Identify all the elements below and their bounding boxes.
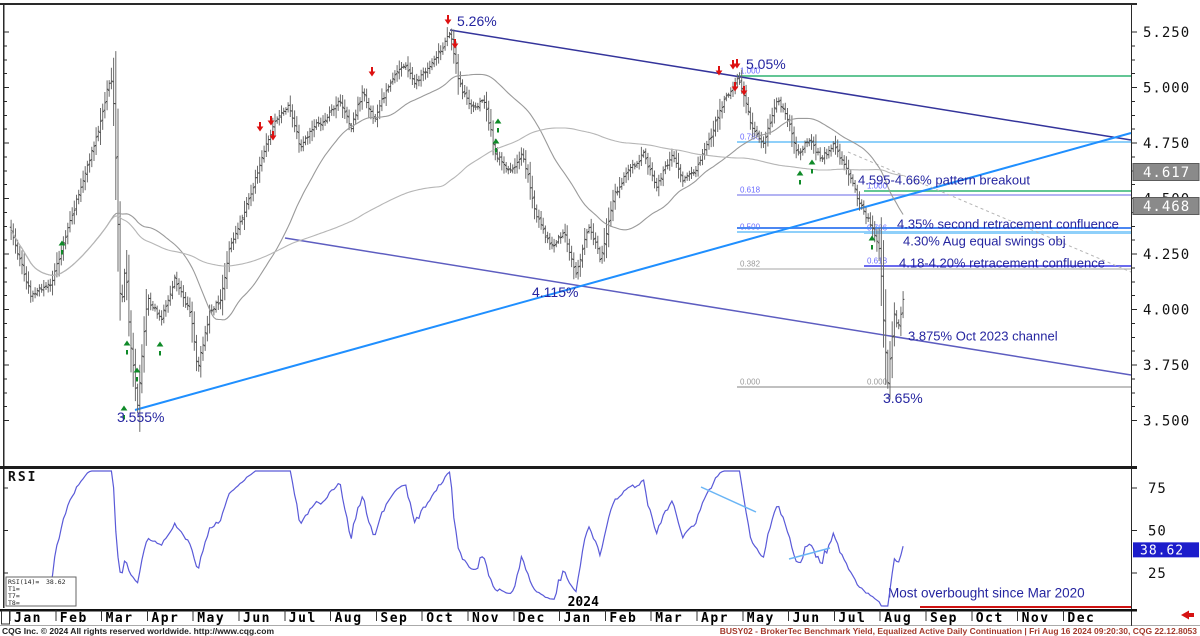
month-label: Oct xyxy=(426,611,454,626)
top-border xyxy=(0,3,1137,5)
annotation-text[interactable]: 5.05% xyxy=(746,56,786,72)
month-label: May xyxy=(747,611,775,626)
rsi-badge-value: 38.62 xyxy=(1140,543,1184,558)
price-axis-label: 4.250 xyxy=(1143,247,1190,263)
status-bar: CQG Inc. © 2024 All rights reserved worl… xyxy=(0,626,1200,636)
annotation-text[interactable]: 4.595-4.66% pattern breakout xyxy=(858,173,1030,188)
month-label: Sep xyxy=(380,611,408,626)
fib-level-label: 0.000 xyxy=(740,378,761,387)
annotation-text[interactable]: Most overbought since Mar 2020 xyxy=(888,586,1085,601)
year-label: 2024 xyxy=(568,595,599,610)
annotation-text[interactable]: 4.18-4.20% retracement confluence xyxy=(899,256,1105,271)
month-label: Apr xyxy=(701,611,729,626)
panel-divider xyxy=(0,466,1137,469)
annotation-text[interactable]: 4.35% second retracement confluence xyxy=(897,217,1119,232)
price-badge-value: 4.468 xyxy=(1143,199,1190,215)
price-axis-label: 5.250 xyxy=(1143,25,1190,41)
fib-level-label: 0.618 xyxy=(740,186,761,195)
month-label: Nov xyxy=(1022,611,1050,626)
copyright-text: CQG Inc. © 2024 All rights reserved worl… xyxy=(0,626,274,636)
month-label: Apr xyxy=(151,611,179,626)
fib-level-label: 0.382 xyxy=(740,260,761,269)
month-label: Dec xyxy=(518,611,546,626)
fib-level-label: 0.618 xyxy=(867,257,888,266)
contract-status-text: BUSY02 - BrokerTec Benchmark Yield, Equa… xyxy=(720,626,1200,636)
fib-level-label: 0.000 xyxy=(867,378,888,387)
month-label: Jun xyxy=(243,611,271,626)
month-label: Aug xyxy=(884,611,912,626)
scroll-left-arrow-icon[interactable] xyxy=(1181,611,1194,620)
month-label: Feb xyxy=(609,611,637,626)
annotation-text[interactable]: 4.115% xyxy=(532,284,578,300)
month-label: Mar xyxy=(655,611,683,626)
month-label: Feb xyxy=(60,611,88,626)
annotation-text[interactable]: 3.65% xyxy=(883,390,923,406)
month-label: Dec xyxy=(1067,611,1095,626)
rsi-axis-label: 25 xyxy=(1148,566,1167,582)
month-label: Mar xyxy=(106,611,134,626)
rsi-axis-label: 75 xyxy=(1148,481,1167,497)
month-label: Jul xyxy=(838,611,866,626)
month-label: Jan xyxy=(14,611,42,626)
price-badge-value: 4.617 xyxy=(1143,165,1190,181)
rsi-panel-title: RSI xyxy=(8,470,37,485)
month-label: Aug xyxy=(335,611,363,626)
annotation-text[interactable]: 3.555% xyxy=(117,409,164,425)
month-label: Oct xyxy=(976,611,1004,626)
month-label: Jan xyxy=(564,611,592,626)
time-axis-corner-cell xyxy=(2,611,10,624)
yield-chart-plot: 1.0000.7860.6180.5000.3820.0001.0000.786… xyxy=(0,0,1200,626)
price-axis-line xyxy=(1131,5,1132,626)
month-label: May xyxy=(197,611,225,626)
left-border xyxy=(3,5,5,608)
rsi-legend-row: T8= xyxy=(8,599,20,607)
price-axis-label: 4.000 xyxy=(1143,303,1190,319)
annotation-text[interactable]: 5.26% xyxy=(457,13,497,29)
cqg-chart-window: 1.0000.7860.6180.5000.3820.0001.0000.786… xyxy=(0,0,1200,636)
month-label: Jul xyxy=(289,611,317,626)
price-axis-label: 3.750 xyxy=(1143,358,1190,374)
price-axis-label: 5.000 xyxy=(1143,81,1190,97)
price-axis-label: 4.750 xyxy=(1143,136,1190,152)
rsi-legend-value: 38.62 xyxy=(46,578,66,586)
annotation-text[interactable]: 4.30% Aug equal swings obj xyxy=(903,234,1066,249)
month-label: Jun xyxy=(793,611,821,626)
rsi-axis-label: 50 xyxy=(1148,524,1167,540)
month-label: Nov xyxy=(472,611,500,626)
price-axis-label: 3.500 xyxy=(1143,414,1190,430)
annotation-text[interactable]: 3.875% Oct 2023 channel xyxy=(908,329,1058,344)
month-label: Sep xyxy=(930,611,958,626)
